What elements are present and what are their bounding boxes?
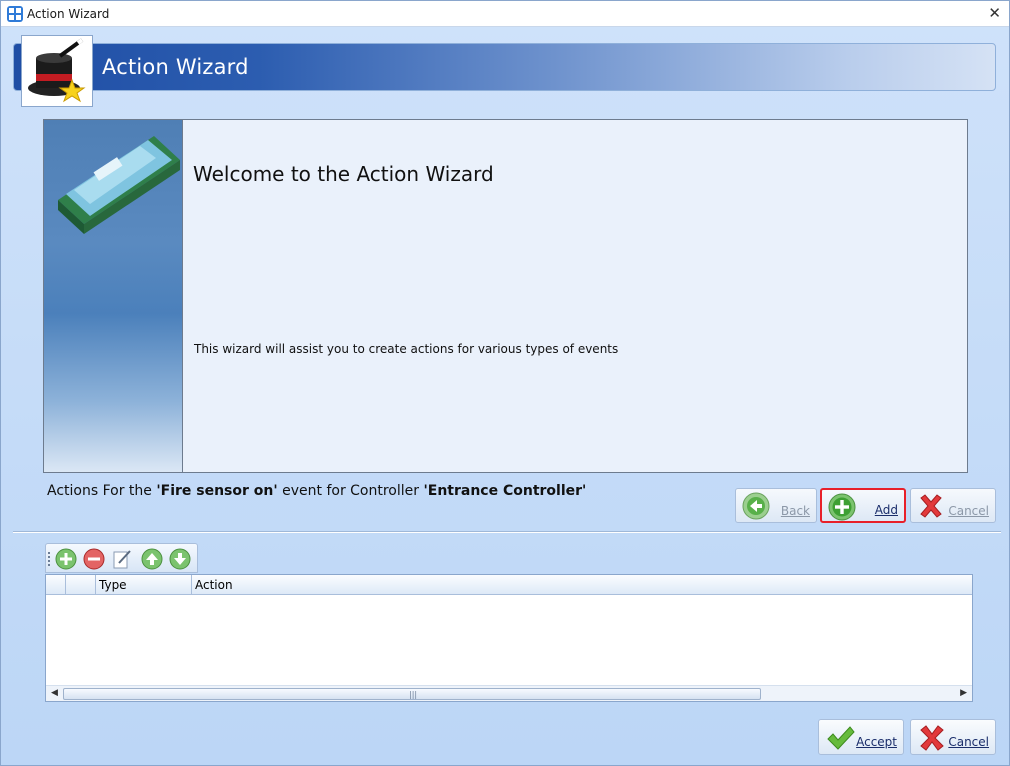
horizontal-scrollbar[interactable]: ◀ ||| ▶ [46, 685, 972, 701]
move-up-icon[interactable] [141, 548, 163, 570]
magic-hat-icon [21, 35, 93, 107]
scroll-grip-icon: ||| [409, 690, 418, 699]
welcome-title: Welcome to the Action Wizard [193, 162, 494, 186]
actions-toolbar [45, 543, 198, 573]
remove-icon[interactable] [83, 548, 105, 570]
toolbar-grip[interactable] [48, 552, 50, 566]
caption-middle: event for Controller [277, 483, 424, 499]
caption-prefix: Actions For the [47, 483, 157, 499]
grid-header: Type Action [46, 575, 972, 595]
checkmark-icon [827, 726, 855, 750]
back-arrow-icon [742, 492, 770, 520]
scrollbar-thumb[interactable]: ||| [63, 688, 761, 700]
cancel-x-icon [920, 725, 944, 751]
close-icon[interactable]: ✕ [988, 4, 1001, 22]
action-wizard-window: Action Wizard ✕ Action Wizard Welcome to… [0, 0, 1010, 766]
cancel-button-label: Cancel [948, 735, 989, 749]
edit-icon[interactable] [111, 548, 133, 570]
banner-title: Action Wizard [102, 55, 249, 79]
cancel-top-button[interactable]: Cancel [910, 488, 996, 523]
grid-column-action[interactable]: Action [192, 575, 972, 595]
welcome-description: This wizard will assist you to create ac… [194, 342, 619, 356]
window-title: Action Wizard [27, 7, 110, 21]
scroll-right-icon[interactable]: ▶ [960, 688, 967, 698]
accept-button[interactable]: Accept [818, 719, 904, 755]
welcome-panel: Welcome to the Action Wizard This wizard… [43, 119, 968, 473]
add-icon[interactable] [55, 548, 77, 570]
back-button-label: Back [780, 504, 810, 518]
grid-column-indicator[interactable] [66, 575, 96, 595]
grid-column-selector[interactable] [46, 575, 66, 595]
grid-column-type[interactable]: Type [96, 575, 192, 595]
move-down-icon[interactable] [169, 548, 191, 570]
cancel-button[interactable]: Cancel [910, 719, 996, 755]
cancel-x-icon [920, 494, 942, 518]
title-bar: Action Wizard ✕ [1, 1, 1009, 27]
grid-app-icon [7, 6, 23, 22]
caption-controller: 'Entrance Controller' [423, 483, 587, 499]
controller-board-image [44, 120, 183, 472]
add-button-label: Add [874, 503, 898, 517]
back-button[interactable]: Back [735, 488, 817, 523]
actions-caption: Actions For the 'Fire sensor on' event f… [47, 483, 586, 499]
cancel-top-button-label: Cancel [948, 504, 989, 518]
add-icon [828, 493, 856, 521]
caption-event: 'Fire sensor on' [156, 483, 278, 499]
scroll-left-icon[interactable]: ◀ [51, 688, 58, 698]
actions-grid: Type Action ◀ ||| ▶ [45, 574, 973, 702]
add-button[interactable]: Add [820, 488, 906, 523]
accept-button-label: Accept [856, 735, 897, 749]
section-separator [13, 531, 1001, 533]
